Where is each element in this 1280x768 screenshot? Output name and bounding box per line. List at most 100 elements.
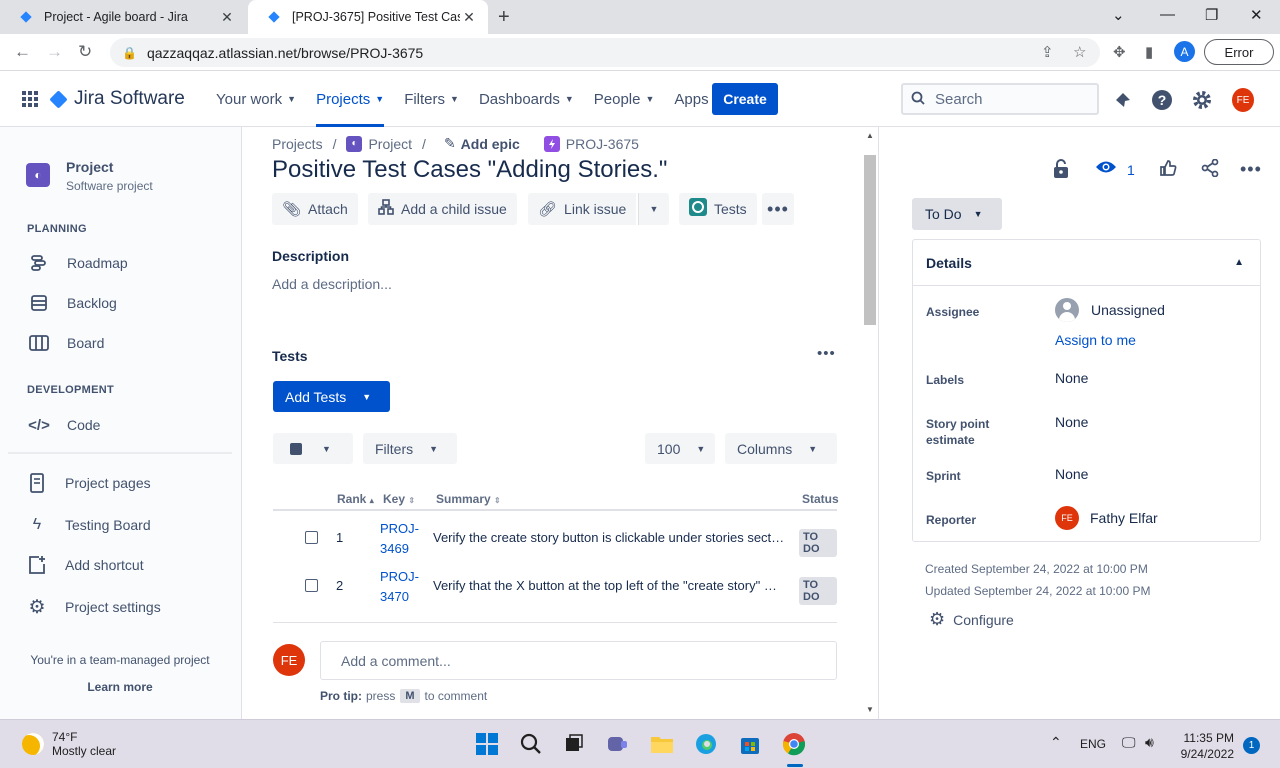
link-issue-dropdown[interactable]: ▼ (638, 193, 669, 225)
more-actions-button[interactable]: ••• (762, 193, 794, 225)
profile-avatar[interactable]: A (1174, 41, 1195, 62)
select-all-dropdown[interactable]: ▼ (273, 433, 353, 464)
thumbs-up-icon[interactable] (1159, 159, 1177, 177)
breadcrumb-issue-key[interactable]: PROJ-3675 (566, 136, 639, 152)
sidebar-item-testing-board[interactable]: ϟ Testing Board (26, 515, 151, 535)
error-button[interactable]: Error (1204, 39, 1274, 65)
nav-your-work[interactable]: Your work ▼ (216, 71, 296, 127)
create-button[interactable]: Create (712, 83, 778, 115)
start-icon[interactable] (475, 732, 499, 756)
assignee-field[interactable]: Unassigned (1055, 298, 1165, 322)
weather-widget[interactable]: 74°F Mostly clear (22, 730, 116, 758)
issue-title[interactable]: Positive Test Cases "Adding Stories." (272, 156, 667, 184)
reload-icon[interactable]: ↻ (78, 42, 92, 62)
description-field[interactable]: Add a description... (272, 276, 392, 292)
column-header-summary[interactable]: Summary ⇕ (436, 492, 501, 506)
assign-to-me-link[interactable]: Assign to me (1055, 332, 1136, 348)
sidebar-item-code[interactable]: </> Code (28, 415, 100, 435)
column-header-status[interactable]: Status (802, 492, 839, 506)
window-close-icon[interactable]: ✕ (1250, 6, 1263, 24)
sidebar-item-roadmap[interactable]: Roadmap (28, 253, 128, 273)
learn-more-link[interactable]: Learn more (0, 680, 240, 694)
more-icon[interactable]: ••• (1240, 159, 1262, 180)
link-issue-button[interactable]: 🔗︎ Link issue (528, 193, 637, 225)
bookmark-star-icon[interactable]: ☆ (1073, 43, 1086, 61)
browser-tab-issue[interactable]: [PROJ-3675] Positive Test Cases " ✕ (248, 0, 488, 34)
file-explorer-icon[interactable] (650, 732, 674, 756)
volume-icon[interactable]: 🔊︎ (1145, 734, 1154, 751)
table-row[interactable]: 2 PROJ- 3470 Verify that the X button at … (273, 562, 837, 608)
breadcrumb-projects[interactable]: Projects (272, 136, 323, 152)
new-tab-icon[interactable]: + (498, 6, 510, 29)
sidebar-item-backlog[interactable]: Backlog (28, 293, 117, 313)
add-tests-button[interactable]: Add Tests ▼ (273, 381, 390, 412)
table-row[interactable]: 1 PROJ- 3469 Verify the create story butt… (273, 514, 837, 560)
tests-more-icon[interactable]: ••• (817, 345, 836, 362)
add-child-issue-button[interactable]: Add a child issue (368, 193, 517, 225)
sidebar-item-board[interactable]: Board (28, 333, 104, 353)
chrome-icon[interactable] (782, 732, 806, 756)
search-input[interactable]: Search (901, 83, 1099, 115)
watch-button[interactable]: 1 (1095, 159, 1135, 180)
labels-field[interactable]: None (1055, 370, 1088, 386)
minimize-icon[interactable]: — (1160, 6, 1175, 23)
sidebar-item-project-pages[interactable]: Project pages (26, 473, 151, 493)
nav-filters[interactable]: Filters ▼ (404, 71, 459, 127)
issue-key-link[interactable]: PROJ- 3470 (380, 567, 419, 607)
notifications-icon[interactable] (1112, 89, 1134, 111)
page-size-select[interactable]: 100 ▼ (645, 433, 715, 464)
breadcrumb-project[interactable]: Project (368, 136, 412, 152)
settings-icon[interactable] (1191, 89, 1213, 111)
share-icon[interactable]: ⇪ (1041, 43, 1054, 61)
configure-button[interactable]: ⚙ Configure (929, 609, 1014, 630)
row-summary[interactable]: Verify the create story button is clicka… (433, 530, 785, 545)
row-summary[interactable]: Verify that the X button at the top left… (433, 578, 785, 593)
side-panel-icon[interactable]: ▮ (1145, 43, 1153, 61)
language-indicator[interactable]: ENG (1080, 737, 1106, 751)
scroll-down-icon[interactable]: ▼ (866, 705, 874, 714)
close-tab-icon[interactable]: ✕ (460, 9, 478, 26)
comment-input[interactable]: Add a comment... (320, 641, 837, 680)
close-tab-icon[interactable]: ✕ (218, 9, 236, 26)
main-scrollbar[interactable]: ▲ ▼ (864, 127, 878, 719)
row-checkbox[interactable] (305, 579, 318, 592)
lock-icon[interactable] (1053, 159, 1069, 179)
tab-search-icon[interactable]: ⌄ (1112, 6, 1125, 24)
browser-tab-agile-board[interactable]: Project - Agile board - Jira ✕ (0, 0, 246, 34)
status-dropdown[interactable]: To Do ▼ (912, 198, 1002, 230)
restore-icon[interactable]: ❐ (1205, 6, 1218, 24)
columns-button[interactable]: Columns ▼ (725, 433, 837, 464)
scroll-up-icon[interactable]: ▲ (866, 131, 874, 140)
filters-button[interactable]: Filters ▼ (363, 433, 457, 464)
project-header[interactable]: ◐ Project Software project (26, 159, 153, 193)
task-view-icon[interactable] (562, 732, 586, 756)
column-header-rank[interactable]: Rank ▴ (337, 492, 374, 506)
share-icon[interactable] (1201, 159, 1219, 177)
tests-button[interactable]: Tests (679, 193, 757, 225)
store-icon[interactable] (738, 732, 762, 756)
issue-key-link[interactable]: PROJ- 3469 (380, 519, 419, 559)
nav-people[interactable]: People ▼ (594, 71, 655, 127)
taskbar-clock[interactable]: 11:35 PM 9/24/2022 (1170, 730, 1234, 762)
nav-projects[interactable]: Projects ▼ (316, 71, 385, 127)
taskbar-search-icon[interactable] (519, 732, 543, 756)
network-icon[interactable]: 🖵︎ (1122, 734, 1136, 751)
notification-badge[interactable]: 1 (1243, 737, 1260, 754)
row-checkbox[interactable] (305, 531, 318, 544)
reporter-field[interactable]: FE Fathy Elfar (1055, 506, 1158, 530)
show-hidden-icons-icon[interactable]: ⌃ (1050, 734, 1062, 751)
nav-dashboards[interactable]: Dashboards ▼ (479, 71, 574, 127)
column-header-key[interactable]: Key ⇕ (383, 492, 415, 506)
sprint-field[interactable]: None (1055, 466, 1088, 482)
forward-icon[interactable]: → (46, 42, 63, 62)
breadcrumb-add-epic[interactable]: Add epic (461, 136, 520, 152)
back-icon[interactable]: ← (14, 42, 31, 62)
story-point-field[interactable]: None (1055, 414, 1088, 430)
status-badge[interactable]: TO DO (799, 529, 837, 557)
help-icon[interactable]: ? (1151, 89, 1173, 111)
details-header[interactable]: Details ▲ (913, 240, 1260, 286)
extensions-icon[interactable]: ✥ (1113, 43, 1126, 61)
edge-icon[interactable] (694, 732, 718, 756)
user-avatar[interactable]: FE (1232, 88, 1254, 112)
sidebar-item-add-shortcut[interactable]: Add shortcut (26, 555, 144, 575)
